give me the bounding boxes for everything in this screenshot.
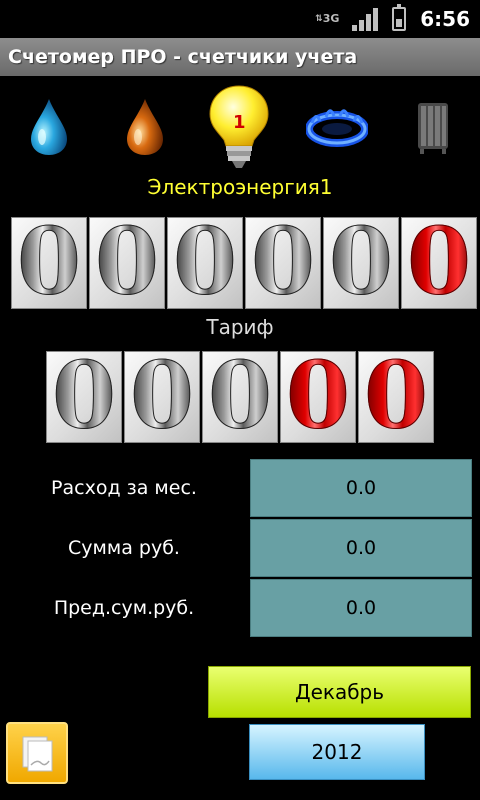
monthly-usage-label: Расход за мес.: [51, 477, 197, 499]
notes-button[interactable]: [6, 722, 68, 784]
digit-value: 0: [406, 217, 471, 309]
tariff-digit-4[interactable]: 0: [280, 351, 356, 443]
digit-value: 0: [51, 351, 116, 443]
tariff-digit-1[interactable]: 0: [46, 351, 122, 443]
notes-icon: [22, 736, 53, 772]
prev-sum-rub-value: 0.0: [250, 579, 472, 637]
tariff-digit-2[interactable]: 0: [124, 351, 200, 443]
reading-digit-3[interactable]: 0: [167, 217, 243, 309]
app-title-bar: Счетомер ПРО - счетчики учета: [0, 38, 480, 76]
digit-value: 0: [250, 217, 315, 309]
digit-value: 0: [363, 351, 428, 443]
digit-value: 0: [207, 351, 272, 443]
reading-digit-4[interactable]: 0: [245, 217, 321, 309]
gas-flame-icon[interactable]: [302, 82, 372, 172]
signal-strength-icon: [352, 7, 379, 31]
app-title: Счетомер ПРО - счетчики учета: [8, 46, 358, 68]
meter-type-selector: 1: [0, 82, 480, 172]
battery-icon: [392, 4, 407, 31]
network-3g-icon: ⇅ 3G: [315, 12, 340, 25]
reading-digit-1[interactable]: 0: [11, 217, 87, 309]
month-button[interactable]: Декабрь: [208, 666, 471, 718]
network-type-label: 3G: [322, 12, 340, 25]
digit-value: 0: [285, 351, 350, 443]
digit-value: 0: [328, 217, 393, 309]
sum-rub-value: 0.0: [250, 519, 472, 577]
reading-digit-2[interactable]: 0: [89, 217, 165, 309]
tariff-digit-5[interactable]: 0: [358, 351, 434, 443]
radiator-icon[interactable]: [398, 82, 468, 172]
light-bulb-icon[interactable]: 1: [204, 82, 274, 172]
reading-digit-6[interactable]: 0: [401, 217, 477, 309]
tariff-digit-3[interactable]: 0: [202, 351, 278, 443]
status-bar: ⇅ 3G 6:56: [0, 0, 480, 38]
status-clock: 6:56: [420, 7, 470, 31]
meter-name: Электроэнергия1: [147, 175, 333, 199]
selected-meter-badge: 1: [233, 112, 246, 133]
tariff-label: Тариф: [206, 315, 274, 339]
digit-value: 0: [172, 217, 237, 309]
digit-value: 0: [129, 351, 194, 443]
prev-sum-rub-label: Пред.сум.руб.: [53, 597, 195, 619]
reading-digit-5[interactable]: 0: [323, 217, 399, 309]
year-button[interactable]: 2012: [249, 724, 425, 780]
sum-rub-label: Сумма руб.: [68, 537, 180, 559]
digit-value: 0: [94, 217, 159, 309]
water-drop-blue-icon[interactable]: [14, 82, 84, 172]
digit-value: 0: [16, 217, 81, 309]
water-drop-orange-icon[interactable]: [110, 82, 180, 172]
monthly-usage-value: 0.0: [250, 459, 472, 517]
